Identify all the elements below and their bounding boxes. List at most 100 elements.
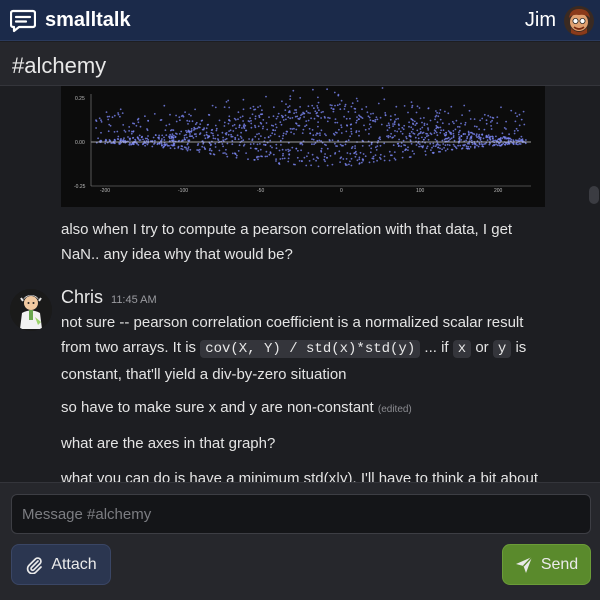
plot-point [272, 115, 275, 118]
plot-point [317, 121, 319, 123]
attach-button[interactable]: Attach [11, 544, 111, 585]
plot-point [455, 147, 458, 150]
plot-point [272, 153, 275, 156]
plot-point [444, 144, 447, 147]
plot-point [316, 105, 319, 107]
plot-point [119, 108, 122, 111]
plot-point [183, 137, 186, 139]
plot-point [514, 112, 517, 114]
plot-point [383, 98, 386, 101]
plot-point [160, 119, 163, 121]
plot-point [326, 147, 329, 150]
message-line: not sure -- pearson correlation coeffici… [61, 314, 524, 331]
plot-point [218, 119, 221, 122]
plot-point [465, 139, 467, 142]
plot-point [341, 144, 343, 147]
plot-point [305, 120, 308, 122]
plot-point [515, 143, 518, 145]
plot-point [269, 152, 272, 155]
plot-point [374, 146, 377, 149]
plot-point [283, 157, 286, 160]
plot-point [189, 148, 192, 151]
plot-point [359, 151, 362, 154]
plot-point [214, 106, 217, 109]
plot-point [445, 131, 448, 134]
avatar[interactable] [10, 289, 52, 331]
plot-point [480, 143, 483, 145]
plot-point [489, 135, 492, 138]
plot-point [351, 146, 354, 148]
plot-point [275, 160, 277, 162]
plot-point [476, 144, 478, 147]
scrollbar-thumb[interactable] [589, 186, 599, 204]
plot-point [508, 142, 511, 145]
plot-point [323, 115, 326, 118]
plot-point [253, 108, 256, 111]
plot-point [453, 122, 455, 125]
plot-point [287, 116, 290, 119]
plot-point [275, 126, 278, 129]
plot-point [437, 146, 440, 149]
plot-point [240, 131, 243, 134]
plot-point [320, 117, 322, 119]
plot-point [379, 158, 382, 160]
plot-point [289, 98, 292, 101]
plot-point [211, 128, 214, 131]
message-list[interactable]: 0.25 0.00 -0.25 -200 -100 -50 0 100 200 … [0, 86, 600, 482]
plot-point [276, 115, 279, 118]
plot-point [203, 134, 206, 137]
plot-point [307, 119, 310, 122]
plot-point [154, 134, 157, 136]
avatar[interactable] [564, 6, 594, 36]
send-button[interactable]: Send [502, 544, 591, 585]
plot-point [336, 145, 338, 147]
plot-point [393, 123, 396, 126]
plot-point [203, 146, 206, 149]
plot-point [285, 118, 287, 121]
plot-point [415, 111, 418, 114]
plot-point [250, 119, 252, 122]
plot-point [249, 147, 252, 149]
plot-point [444, 149, 447, 152]
plot-point [288, 153, 291, 156]
plot-point [441, 122, 444, 125]
plot-point [186, 149, 189, 152]
message-input[interactable] [11, 494, 591, 534]
plot-point [269, 139, 272, 142]
plot-point [450, 137, 453, 140]
plot-point [137, 144, 140, 146]
plot-point [393, 121, 396, 124]
plot-point [416, 129, 419, 132]
message-text: or [475, 339, 489, 356]
plot-point [411, 104, 414, 107]
plot-point [298, 160, 301, 162]
plot-point [221, 131, 224, 134]
plot-point [305, 110, 308, 113]
plot-point [104, 142, 107, 145]
plot-point [333, 134, 336, 136]
plot-point [179, 119, 181, 122]
plot-point [449, 138, 451, 141]
plot-point [381, 87, 384, 89]
plot-point [418, 107, 421, 109]
plot-point [285, 130, 288, 133]
user-name[interactable]: Jim [525, 9, 556, 32]
plot-point [299, 97, 302, 99]
plot-point [379, 116, 382, 119]
plot-point [331, 139, 334, 141]
plot-point [290, 131, 292, 134]
plot-point [274, 129, 277, 132]
plot-point [386, 135, 388, 138]
plot-point [372, 120, 375, 122]
plot-point [479, 119, 481, 122]
plot-point [259, 143, 261, 145]
channel-name: #alchemy [12, 53, 107, 78]
plot-point [458, 137, 460, 140]
author-name[interactable]: Chris [61, 287, 103, 307]
plot-point [214, 146, 217, 148]
plot-point [425, 132, 427, 135]
plot-point [369, 119, 372, 121]
plot-point [145, 142, 147, 144]
plot-point [384, 112, 387, 114]
plot-point [189, 133, 191, 135]
